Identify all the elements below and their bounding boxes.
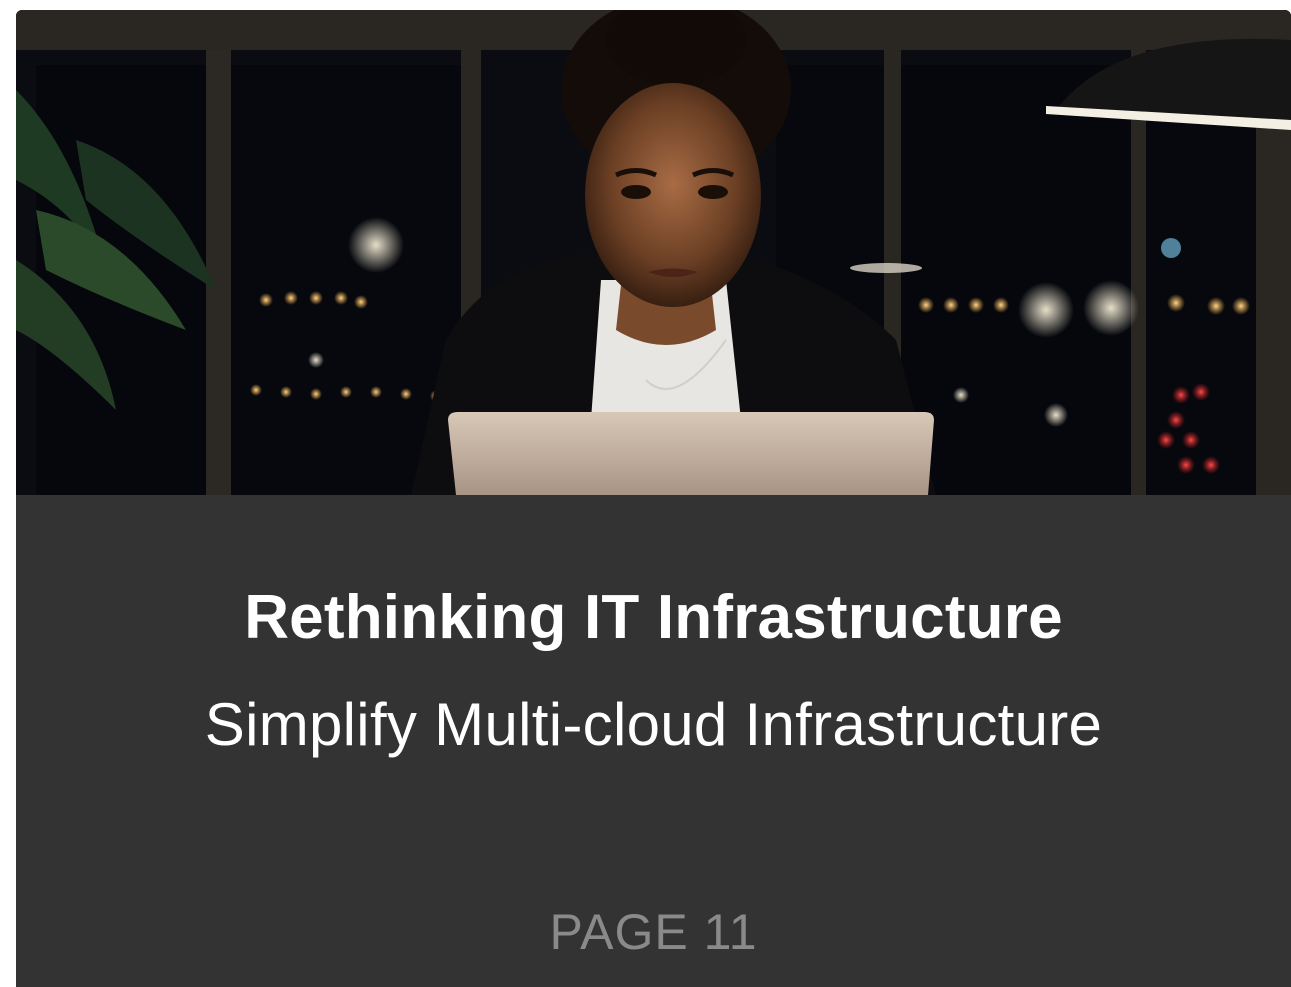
- hero-image: [16, 10, 1291, 495]
- content-card[interactable]: Rethinking IT Infrastructure Simplify Mu…: [16, 10, 1291, 987]
- page-number-label: PAGE 11: [549, 904, 758, 960]
- card-subtitle: Simplify Multi-cloud Infrastructure: [204, 691, 1103, 758]
- card-title: Rethinking IT Infrastructure: [244, 583, 1063, 652]
